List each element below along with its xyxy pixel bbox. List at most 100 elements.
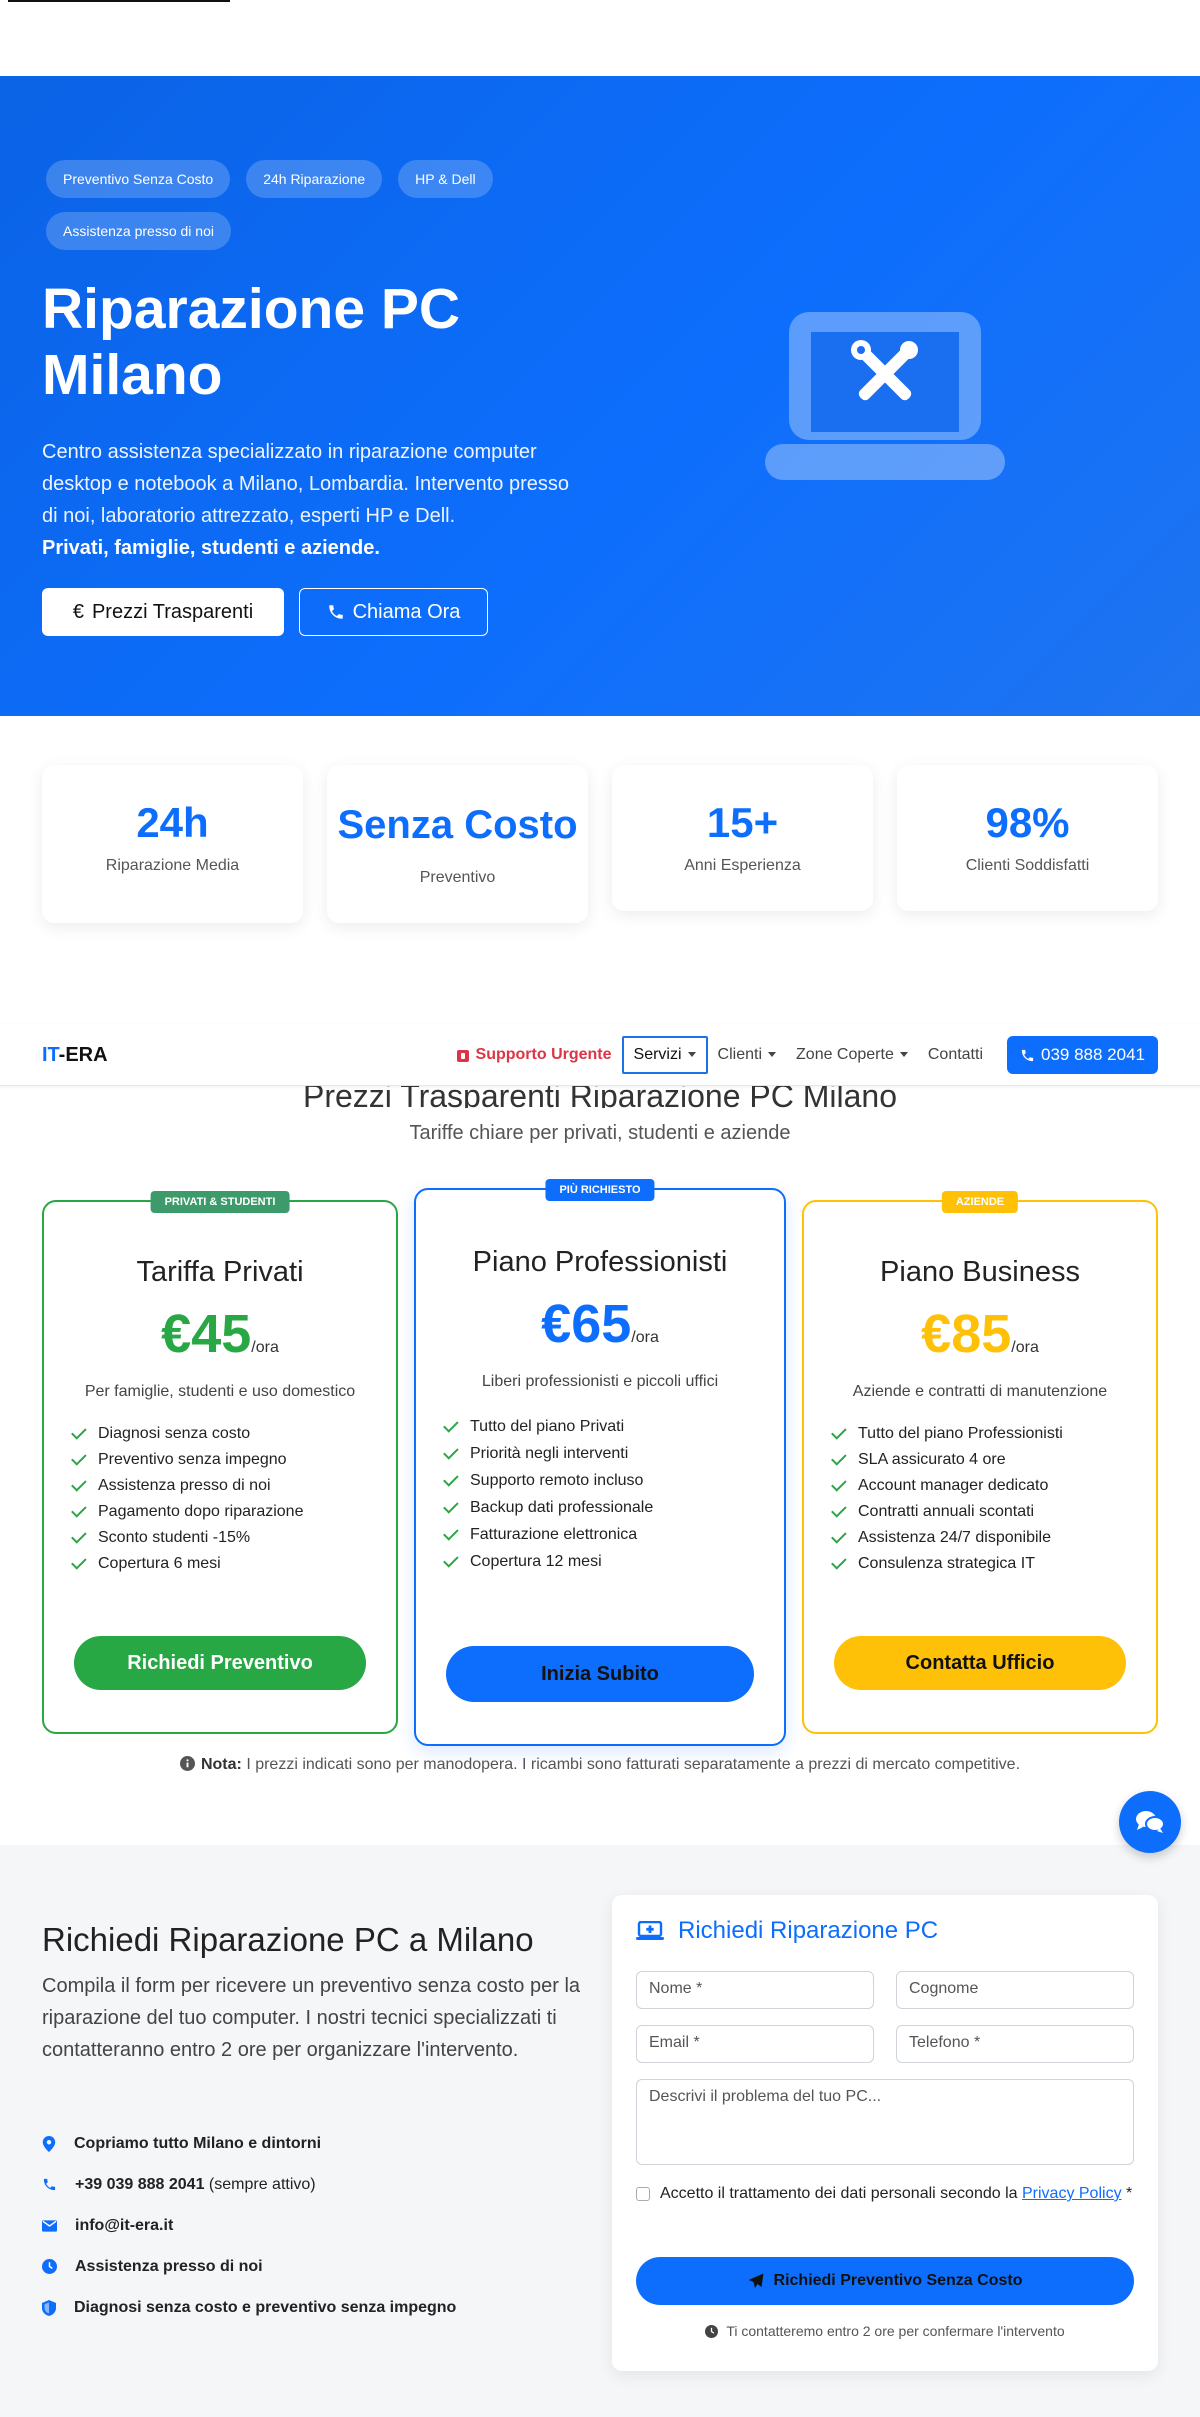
- nav-urgent-support[interactable]: Supporto Urgente: [446, 1038, 622, 1072]
- feature-item: Priorità negli interventi: [443, 1440, 784, 1467]
- feature-item: Assistenza presso di noi: [71, 1473, 396, 1499]
- hero-badge: Preventivo Senza Costo: [46, 160, 231, 198]
- feature-item: Sconto studenti -15%: [71, 1525, 396, 1551]
- feature-item: Contratti annuali scontati: [831, 1499, 1156, 1525]
- contact-office-button[interactable]: Contatta Ufficio: [834, 1636, 1126, 1690]
- email-input[interactable]: Email *: [636, 2025, 874, 2063]
- feature-item: SLA assicurato 4 ore: [831, 1447, 1156, 1473]
- call-button-label: Chiama Ora: [352, 600, 461, 623]
- nav-phone-button[interactable]: 039 888 2041: [1007, 1036, 1158, 1074]
- feature-label: Sconto studenti -15%: [98, 1529, 251, 1546]
- plan-name: Tariffa Privati: [136, 1256, 304, 1288]
- privacy-policy-link[interactable]: Privacy Policy: [1022, 2185, 1122, 2202]
- check-icon: [443, 1497, 459, 1514]
- stat-value: 98%: [985, 799, 1070, 846]
- feature-label: Assistenza presso di noi: [98, 1477, 271, 1494]
- call-button[interactable]: Chiama Ora: [299, 588, 488, 636]
- feature-label: Assistenza 24/7 disponibile: [858, 1529, 1052, 1546]
- repair-form: Richiedi Riparazione PC Nome * Cognome E…: [612, 1895, 1158, 2371]
- feature-label: Tutto del piano Privati: [470, 1418, 625, 1435]
- phone-input[interactable]: Telefono *: [896, 2025, 1134, 2063]
- feature-item: Preventivo senza impegno: [71, 1447, 396, 1473]
- contact-phone[interactable]: +39 039 888 2041: [75, 2176, 204, 2193]
- plan-price: €65/ora: [416, 1293, 784, 1355]
- contact-email[interactable]: info@it-era.it: [75, 2217, 173, 2234]
- laptop-medical-icon: [636, 1921, 664, 1940]
- logo-era: -ERA: [58, 1044, 108, 1066]
- contact-list: Copriamo tutto Milano e dintorni +39 039…: [42, 2123, 456, 2328]
- feature-label: Diagnosi senza costo: [98, 1425, 251, 1442]
- nav-servizi-label: Servizi: [633, 1046, 682, 1063]
- hero-lead-text: Centro assistenza specializzato in ripar…: [42, 441, 569, 527]
- feature-item: Fatturazione elettronica: [443, 1521, 784, 1548]
- feature-item: Diagnosi senza costo: [71, 1421, 396, 1447]
- privacy-checkbox[interactable]: [636, 2187, 650, 2201]
- check-icon: [71, 1476, 87, 1492]
- stat-card: 15+ Anni Esperienza: [612, 765, 873, 911]
- phone-icon: [328, 605, 343, 619]
- hero-section: Preventivo Senza Costo 24h Riparazione H…: [0, 76, 1200, 716]
- check-icon: [443, 1524, 459, 1541]
- nav-contatti[interactable]: Contatti: [918, 1038, 993, 1072]
- plan-price: €45/ora: [44, 1303, 396, 1365]
- plan-name: Piano Business: [880, 1256, 1080, 1288]
- contact-item-label: Assistenza presso di noi: [75, 2258, 263, 2275]
- privacy-text: Accetto il trattamento dei dati personal…: [660, 2181, 1132, 2207]
- plan-card-business: AZIENDE Piano Business €85/ora Aziende e…: [802, 1191, 1158, 1734]
- nav-zone[interactable]: Zone Coperte: [786, 1038, 918, 1072]
- feature-label: Pagamento dopo riparazione: [98, 1503, 304, 1520]
- paper-plane-icon: [748, 2273, 764, 2288]
- first-name-input[interactable]: Nome *: [636, 1971, 874, 2009]
- check-icon: [443, 1551, 459, 1568]
- plan-features: Tutto del piano Privati Priorità negli i…: [443, 1413, 784, 1575]
- check-icon: [831, 1450, 847, 1466]
- stats-row: 24h Riparazione Media Senza Costo Preventi…: [42, 765, 1158, 923]
- chat-button[interactable]: [1119, 1791, 1181, 1853]
- nav-clienti-label: Clienti: [717, 1046, 763, 1063]
- caret-down-icon: [768, 1052, 777, 1058]
- contact-item: Assistenza presso di noi: [42, 2246, 456, 2287]
- contact-item: info@it-era.it: [42, 2205, 456, 2246]
- feature-item: Pagamento dopo riparazione: [71, 1499, 396, 1525]
- check-icon: [831, 1424, 847, 1440]
- nav-servizi[interactable]: Servizi: [621, 1036, 708, 1074]
- logo[interactable]: IT-ERA: [42, 1044, 108, 1067]
- map-pin-icon: [42, 2135, 56, 2152]
- check-icon: [71, 1554, 87, 1570]
- nav-clienti[interactable]: Clienti: [708, 1038, 786, 1072]
- submit-button[interactable]: Richiedi Preventivo Senza Costo: [636, 2257, 1134, 2305]
- feature-item: Copertura 6 mesi: [71, 1551, 396, 1577]
- problem-textarea[interactable]: Descrivi il problema del tuo PC...: [636, 2079, 1134, 2165]
- contact-item-label: Copriamo tutto Milano e dintorni: [74, 2135, 322, 2152]
- feature-label: Contratti annuali scontati: [858, 1503, 1035, 1520]
- plan-price-unit: /ora: [1011, 1339, 1039, 1356]
- plan-desc: Liberi professionisti e piccoli uffici: [481, 1373, 719, 1390]
- prices-button[interactable]: € Prezzi Trasparenti: [42, 588, 284, 636]
- last-name-input[interactable]: Cognome: [896, 1971, 1134, 2009]
- stat-label: Clienti Soddisfatti: [965, 857, 1090, 874]
- plan-tag: AZIENDE: [941, 1191, 1019, 1213]
- feature-label: Preventivo senza impegno: [98, 1451, 287, 1468]
- nav-items: Supporto Urgente Servizi Clienti Zone Co…: [446, 1036, 1158, 1074]
- caret-down-icon: [899, 1052, 908, 1058]
- euro-icon: €: [72, 600, 84, 623]
- plan-card-professionisti: PIÙ RICHIESTO Piano Professionisti €65/o…: [414, 1179, 786, 1746]
- info-icon: [179, 1756, 195, 1771]
- hero-lead-bold: Privati, famiglie, studenti e aziende.: [42, 537, 380, 559]
- contact-item: Diagnosi senza costo e preventivo senza …: [42, 2287, 456, 2328]
- privacy-consent: Accetto il trattamento dei dati personal…: [636, 2181, 1136, 2207]
- request-quote-button[interactable]: Richiedi Preventivo: [74, 1636, 366, 1690]
- start-now-button[interactable]: Inizia Subito: [446, 1646, 754, 1702]
- plan-desc: Per famiglie, studenti e uso domestico: [84, 1383, 356, 1400]
- prices-button-label: Prezzi Trasparenti: [91, 600, 254, 623]
- check-icon: [831, 1502, 847, 1518]
- contact-text: Compila il form per ricevere un preventi…: [42, 1975, 581, 2061]
- pricing-note: Nota: I prezzi indicati sono per manodop…: [0, 1756, 1200, 1774]
- check-icon: [71, 1528, 87, 1544]
- plan-features: Tutto del piano Professionisti SLA assic…: [831, 1421, 1156, 1577]
- check-icon: [443, 1416, 459, 1433]
- check-icon: [831, 1554, 847, 1570]
- contact-section: Richiedi Riparazione PC a Milano Compila…: [0, 1845, 1200, 2417]
- hero-lead: Centro assistenza specializzato in ripar…: [42, 436, 582, 564]
- feature-item: Backup dati professionale: [443, 1494, 784, 1521]
